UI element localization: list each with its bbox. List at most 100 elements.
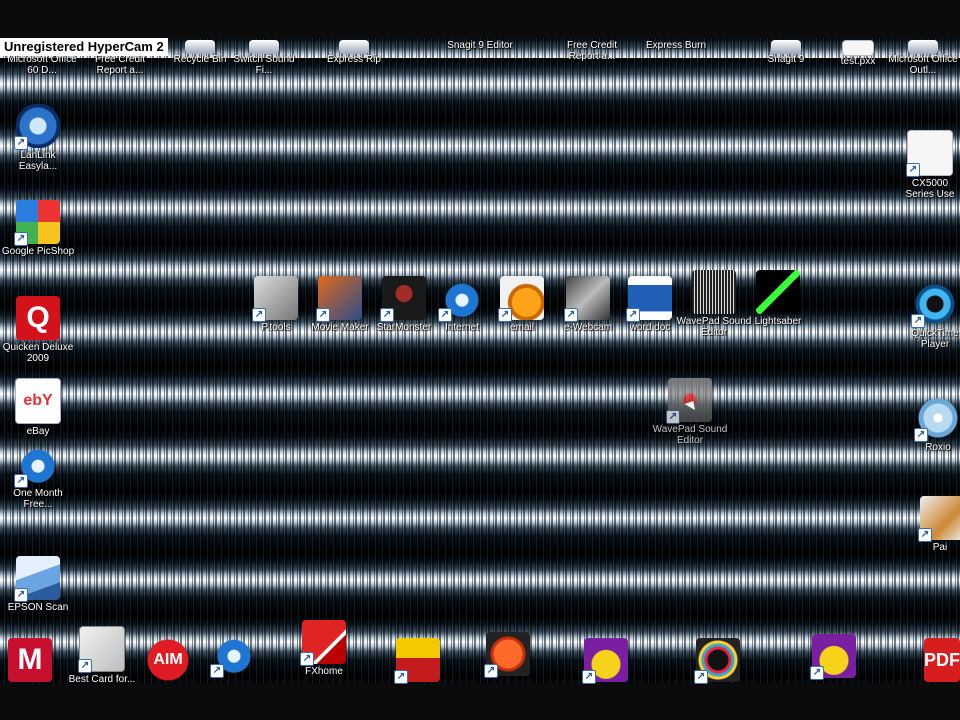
desktop-icon-yahoo-messenger-2[interactable]: ↗ — [796, 634, 872, 680]
desktop-icon-aim[interactable]: AIM — [130, 638, 206, 682]
shortcut-arrow-icon: ↗ — [914, 428, 928, 442]
film-icon: ↗ — [316, 276, 362, 322]
desktop-icon-switch-sound-file[interactable]: Switch Sound Fi... — [226, 40, 302, 76]
ebay-icon: ebY — [15, 378, 61, 424]
pdf-icon: PDF — [924, 638, 960, 682]
desktop-icon-laser-app[interactable]: Lightsaber — [740, 270, 816, 327]
shortcut-arrow-icon: ↗ — [626, 308, 640, 322]
desktop-icon-ring-app[interactable]: ↗ — [680, 638, 756, 684]
shortcut-arrow-icon: ↗ — [498, 308, 512, 322]
icon-label: EPSON Scan — [7, 602, 69, 613]
laser-icon — [756, 270, 800, 314]
shortcut-arrow-icon: ↗ — [394, 670, 408, 684]
shortcut-arrow-icon: ↗ — [582, 670, 596, 684]
desktop-icon-quicktime[interactable]: ↗ QuickTime Player — [910, 282, 960, 350]
hypercam-watermark: Unregistered HyperCam 2 — [0, 38, 168, 56]
yahoo-messenger-icon: ↗ — [582, 638, 628, 684]
desktop-icon-lanlink[interactable]: ↗ LanLink Easyla... — [0, 104, 76, 172]
aim-icon: AIM — [146, 638, 190, 682]
desktop-icon-disc-app[interactable]: ↗ Roxio — [914, 396, 960, 453]
shortcut-arrow-icon: ↗ — [918, 528, 932, 542]
desktop-icon-quicken[interactable]: Q Quicken Deluxe 2009 — [0, 296, 76, 364]
audio-icon — [249, 40, 279, 54]
desktop-icon-cx5000[interactable]: ↗ CX5000 Series Use — [900, 130, 960, 200]
desktop-icon-one-month-free[interactable]: ↗ One Month Free... — [0, 442, 76, 510]
icon-label: Roxio — [925, 442, 951, 453]
desktop-icon-record-app[interactable]: ↗ — [470, 632, 546, 678]
internet-explorer-icon: ↗ — [14, 442, 60, 488]
desktop-icon-free-credit-report-2[interactable]: Free Credit Report a... — [554, 40, 630, 62]
icon-label: CX5000 Series Use — [905, 178, 955, 200]
desktop-icon-microsoft-office[interactable]: Microsoft Office 60 D... — [4, 54, 80, 76]
internet-explorer-icon: ↗ — [438, 276, 484, 322]
desktop-wallpaper[interactable] — [0, 38, 960, 684]
desktop-icon-snagit-9[interactable]: Snagit 9 — [748, 40, 824, 65]
desktop-icon-snagit-9-editor[interactable]: Snagit 9 Editor — [442, 40, 518, 51]
icon-label: Best Card for... — [68, 674, 136, 685]
desktop-icon-test-pxx[interactable]: test.pxx — [820, 40, 896, 67]
icon-label: LanLink Easyla... — [18, 150, 58, 172]
desktop-icon-mcafee[interactable]: M — [0, 638, 68, 682]
file-icon — [842, 40, 874, 56]
desktop-icon-microsoft-office-right[interactable]: Microsoft Office Outl... — [886, 40, 960, 76]
desktop-icon-wavepad-sound-editor[interactable]: ↗ WavePad Sound Editor — [652, 378, 728, 446]
desktop-icon-google-picasa[interactable]: ↗ Google PicShop — [0, 200, 76, 257]
word-document-icon: ↗ — [626, 276, 672, 322]
spider-icon: ↗ — [380, 276, 426, 322]
icon-label: FXhome — [305, 666, 343, 677]
waveform-icon — [692, 270, 736, 314]
internet-explorer-icon: ↗ — [210, 632, 256, 678]
mail-icon: ↗ — [498, 276, 544, 322]
icon-label: WavePad Sound Editor — [652, 424, 728, 446]
shortcut-arrow-icon: ↗ — [380, 308, 394, 322]
icon-label: Free Credit Report a... — [566, 40, 617, 62]
shortcut-arrow-icon: ↗ — [78, 659, 92, 673]
shortcut-arrow-icon: ↗ — [911, 314, 925, 328]
desktop-icon-email[interactable]: ↗ email — [484, 276, 560, 333]
desktop-icon-best-card[interactable]: ↗ Best Card for... — [64, 626, 140, 685]
shortcut-arrow-icon: ↗ — [438, 308, 452, 322]
finance-icon: ↗ — [394, 638, 440, 684]
icon-label: Express Burn — [645, 40, 707, 51]
record-icon: ↗ — [484, 632, 530, 678]
desktop-icon-ebay[interactable]: ebY eBay — [0, 378, 76, 437]
icon-label: Microsoft Office 60 D... — [7, 54, 77, 76]
desktop-icon-paint-app[interactable]: ↗ Pai — [918, 496, 960, 553]
icon-label: email — [510, 322, 534, 333]
shortcut-arrow-icon: ↗ — [210, 664, 224, 678]
shortcut-arrow-icon: ↗ — [300, 652, 314, 666]
icon-label: Free Credit Report a... — [94, 54, 145, 76]
desktop-icon-yahoo-messenger-1[interactable]: ↗ — [568, 638, 644, 684]
shortcut-arrow-icon: ↗ — [694, 670, 708, 684]
desktop-icon-express-rip[interactable]: Express Rip — [316, 40, 392, 65]
media-ring-icon: ↗ — [694, 638, 740, 684]
shortcut-arrow-icon: ↗ — [14, 474, 28, 488]
credit-card-icon: ↗ — [78, 626, 125, 673]
disc-icon: ↗ — [914, 396, 960, 442]
tools-icon: ↗ — [252, 276, 298, 322]
desktop-icon-express-burn[interactable]: Express Burn — [638, 40, 714, 51]
shortcut-arrow-icon: ↗ — [14, 588, 28, 602]
desktop-icon-epson-scan[interactable]: ↗ EPSON Scan — [0, 556, 76, 613]
video-letterbox-bottom — [0, 684, 960, 720]
paint-icon: ↗ — [918, 496, 960, 542]
desktop-icon-adobe-pdf[interactable]: PDF — [924, 638, 960, 682]
shortcut-arrow-icon: ↗ — [906, 163, 920, 177]
icon-label: Lightsaber — [754, 316, 802, 327]
mcafee-icon: M — [8, 638, 52, 682]
icon-label: Express Rip — [327, 54, 381, 65]
shortcut-arrow-icon: ↗ — [14, 136, 28, 150]
icon-label: One Month Free... — [13, 488, 63, 510]
icon-label: QuickTime Player — [911, 328, 959, 350]
picasa-icon: ↗ — [14, 200, 60, 246]
quicktime-icon: ↗ — [911, 282, 957, 328]
desktop-icon-finance-app[interactable]: ↗ — [380, 638, 456, 684]
cd-rip-icon — [339, 40, 369, 54]
fxhome-icon: ↗ — [300, 620, 346, 666]
shortcut-arrow-icon: ↗ — [666, 410, 680, 424]
office-icon — [908, 40, 938, 54]
desktop-icon-internet-explorer-2[interactable]: ↗ — [196, 632, 272, 678]
webcam-icon: ↗ — [564, 276, 610, 322]
shortcut-arrow-icon: ↗ — [484, 664, 498, 678]
desktop-icon-fxhome[interactable]: ↗ FXhome — [286, 620, 362, 677]
